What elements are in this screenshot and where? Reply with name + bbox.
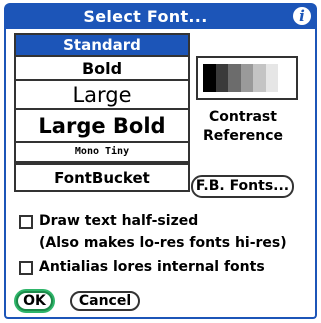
cancel-button[interactable]: Cancel	[70, 291, 140, 311]
font-item-bold[interactable]: Bold	[16, 57, 188, 81]
half-sized-checkbox[interactable]	[19, 215, 33, 229]
contrast-gradient	[203, 64, 292, 92]
contrast-swatch	[215, 64, 229, 92]
title-bar: Select Font... i	[4, 3, 317, 29]
font-item-large[interactable]: Large	[16, 81, 188, 110]
contrast-reference-box	[196, 56, 298, 100]
ok-button[interactable]: OK	[16, 291, 53, 311]
contrast-swatch	[203, 64, 216, 92]
info-icon[interactable]: i	[293, 7, 311, 25]
font-item-large-bold[interactable]: Large Bold	[16, 110, 188, 143]
contrast-swatch	[228, 64, 241, 92]
font-item-standard[interactable]: Standard	[16, 35, 188, 57]
antialias-checkbox[interactable]	[19, 261, 33, 275]
half-sized-label: Draw text half-sized	[39, 213, 199, 229]
contrast-swatch	[265, 64, 279, 92]
antialias-label: Antialias lores internal fonts	[39, 259, 265, 275]
contrast-reference-label: Contrast Reference	[202, 109, 284, 144]
fb-fonts-button[interactable]: F.B. Fonts...	[191, 175, 294, 198]
contrast-swatch	[278, 64, 292, 92]
contrast-swatch	[253, 64, 266, 92]
contrast-swatch	[240, 64, 254, 92]
font-item-mono-tiny[interactable]: Mono Tiny	[16, 143, 188, 163]
half-sized-note: (Also makes lo-res fonts hi-res)	[39, 234, 287, 253]
font-item-fontbucket[interactable]: FontBucket	[16, 163, 188, 190]
half-sized-note-text: (Also makes lo-res fonts hi-res)	[39, 235, 287, 251]
dialog-title: Select Font...	[83, 7, 208, 26]
font-list[interactable]: Standard Bold Large Large Bold Mono Tiny…	[14, 33, 190, 192]
